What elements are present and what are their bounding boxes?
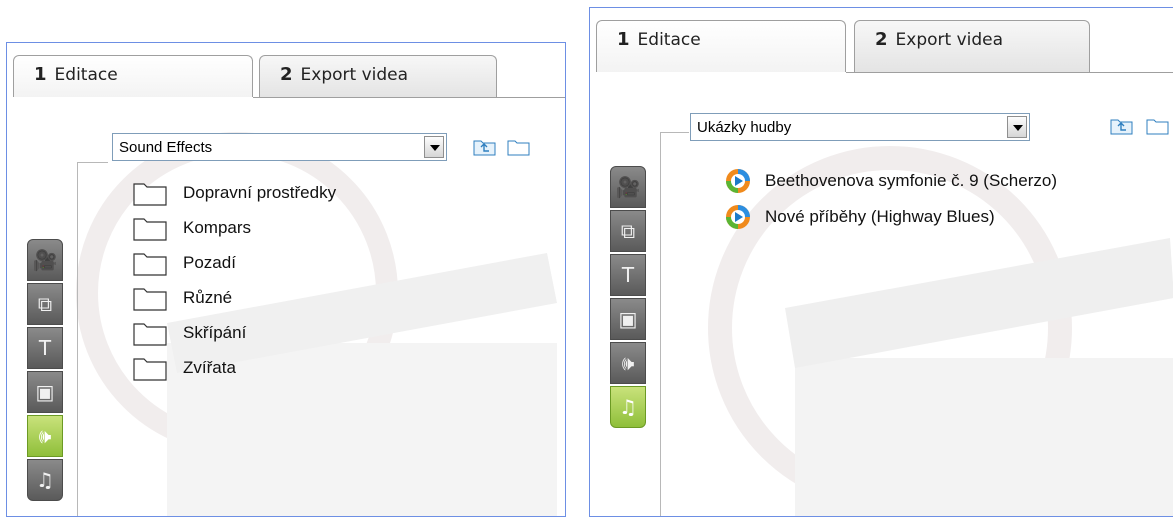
folder-item[interactable]: Pozadí [133,245,336,280]
audio-label: Nové příběhy (Highway Blues) [765,207,995,226]
folder-item[interactable]: Skřípání [133,315,336,350]
folder-label: Skřípání [183,322,247,342]
left-panel: 1 Editace 2 Export videa Sound Effects 🎥 ⧉ T… [6,42,566,517]
sidebar-button-video-camera[interactable]: 🎥 [610,166,646,208]
sidebar-button-video-camera[interactable]: 🎥 [27,239,63,281]
sidebar-button-sound-effects[interactable]: 🕪 [27,415,63,457]
sidebar-button-music[interactable]: ♫ [27,459,63,501]
tab-number: 2 [280,64,293,85]
folder-list: Dopravní prostředky Kompars Pozadí Různé Skř… [133,175,336,385]
audio-label: Beethovenova symfonie č. 9 (Scherzo) [765,171,1057,190]
dropdown-value: Sound Effects [119,139,213,156]
tree-connector [77,162,108,516]
tab-divider [253,97,565,98]
dropdown-value: Ukázky hudby [697,119,792,136]
right-panel: 1 Editace 2 Export videa Ukázky hudby 🎥 ⧉ T ▣… [589,7,1173,517]
media-player-icon [726,205,750,229]
transition-icon: ⧉ [620,219,636,243]
tab-editace[interactable]: 1 Editace [13,55,253,97]
folder-label: Různé [183,287,233,307]
sidebar-button-music[interactable]: ♫ [610,386,646,428]
sidebar-button-sound-effects[interactable]: 🕪 [610,342,646,384]
media-player-icon [726,169,750,193]
video-camera-icon: 🎥 [615,175,641,199]
folder-label: Zvířata [183,357,236,377]
sidebar-button-transition[interactable]: ⧉ [27,283,63,325]
new-folder-icon[interactable] [1146,116,1170,136]
new-folder-icon[interactable] [507,137,531,157]
folder-icon [133,357,167,381]
audio-item[interactable]: Nové příběhy (Highway Blues) [725,199,1057,235]
sidebar-button-photo[interactable]: ▣ [610,298,646,340]
folder-icon [133,287,167,311]
title-text-icon: T [621,263,635,287]
dropdown-arrow-button[interactable] [424,136,444,158]
collections-sidebar: 🎥 ⧉ T ▣ 🕪 ♫ [610,166,646,430]
folder-item[interactable]: Různé [133,280,336,315]
folder-item[interactable]: Dopravní prostředky [133,175,336,210]
tab-export-videa[interactable]: 2 Export videa [854,20,1090,72]
audio-item[interactable]: Beethovenova symfonie č. 9 (Scherzo) [725,163,1057,199]
tab-number: 1 [34,64,47,85]
folder-label: Pozadí [183,252,236,272]
tab-divider [846,72,1173,73]
tab-editace[interactable]: 1 Editace [596,20,846,72]
sidebar-button-title-text[interactable]: T [27,327,63,369]
folder-up-icon[interactable] [1110,116,1134,136]
audio-list: Beethovenova symfonie č. 9 (Scherzo) Nové… [725,163,1057,235]
video-camera-icon: 🎥 [32,248,58,272]
music-icon: ♫ [36,468,54,492]
transition-icon: ⧉ [37,292,53,316]
collections-sidebar: 🎥 ⧉ T ▣ 🕪 ♫ [27,239,63,503]
tab-number: 2 [875,29,888,50]
sidebar-button-title-text[interactable]: T [610,254,646,296]
tab-label: Export videa [895,30,1004,50]
dropdown-arrow-button[interactable] [1007,116,1027,138]
sidebar-button-transition[interactable]: ⧉ [610,210,646,252]
title-text-icon: T [38,336,52,360]
tab-export-videa[interactable]: 2 Export videa [259,55,497,97]
collection-dropdown[interactable]: Sound Effects [112,133,447,161]
sidebar-button-photo[interactable]: ▣ [27,371,63,413]
folder-icon [133,217,167,241]
music-icon: ♫ [619,395,637,419]
folder-item[interactable]: Zvířata [133,350,336,385]
collection-dropdown[interactable]: Ukázky hudby [690,113,1030,141]
folder-icon [133,322,167,346]
folder-item[interactable]: Kompars [133,210,336,245]
sound-effects-icon: 🕪 [621,351,635,375]
photo-icon: ▣ [618,307,638,331]
tab-number: 1 [617,29,630,50]
tab-label: Export videa [300,65,409,85]
tab-label: Editace [637,30,701,50]
tree-connector [660,132,689,516]
folder-label: Kompars [183,217,252,237]
sound-effects-icon: 🕪 [38,424,52,448]
folder-up-icon[interactable] [473,137,497,157]
folder-icon [133,252,167,276]
folder-label: Dopravní prostředky [183,182,337,202]
tab-label: Editace [54,65,118,85]
photo-icon: ▣ [35,380,55,404]
folder-icon [133,182,167,206]
